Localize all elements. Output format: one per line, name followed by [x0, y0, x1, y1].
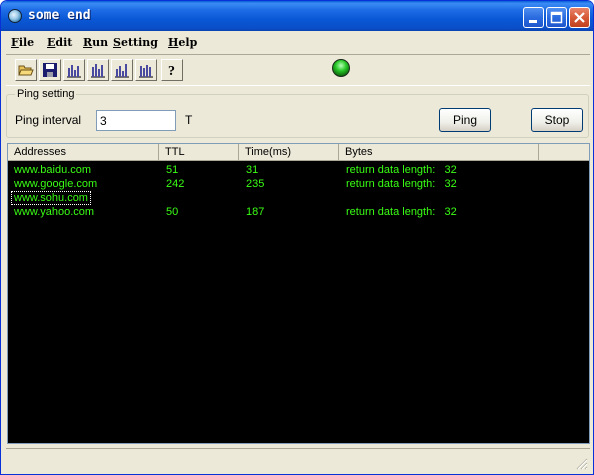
save-disk-icon [43, 63, 57, 77]
window-title: some end [28, 8, 91, 23]
chart-button-4[interactable] [135, 59, 157, 81]
address-cell: www.yahoo.com [14, 206, 95, 218]
open-folder-icon [18, 65, 34, 76]
list-item[interactable]: www.baidu.com 51 31 return data length: … [8, 164, 589, 178]
group-title: Ping setting [15, 88, 77, 100]
column-header-addresses[interactable]: Addresses [8, 144, 159, 161]
ping-setting-group: Ping setting Ping interval T Ping Stop [6, 88, 589, 138]
ttl-cell: 50 [166, 206, 179, 218]
column-chart-icon [67, 65, 81, 78]
list-item[interactable]: www.sohu.com [8, 191, 589, 206]
address-cell: www.baidu.com [14, 164, 92, 176]
minimize-button[interactable] [523, 7, 544, 28]
resize-grip-icon[interactable] [576, 458, 588, 470]
list-header: Addresses TTL Time(ms) Bytes [8, 144, 589, 161]
save-button[interactable] [39, 59, 61, 81]
column-header-ttl[interactable]: TTL [159, 144, 239, 161]
ping-interval-label: Ping interval [15, 113, 82, 127]
time-cell: 187 [246, 206, 265, 218]
column-chart-icon [115, 64, 129, 78]
list-item[interactable]: www.google.com 242 235 return data lengt… [8, 178, 589, 192]
status-bar [6, 448, 590, 472]
close-icon [574, 12, 585, 23]
address-cell: www.sohu.com [11, 191, 91, 205]
menu-bar: File Edit Run Setting Help [5, 33, 589, 52]
column-header-bytes[interactable]: Bytes [339, 144, 539, 161]
results-list[interactable]: Addresses TTL Time(ms) Bytes www.baidu.c… [7, 143, 590, 444]
ping-button[interactable]: Ping [439, 108, 491, 132]
title-bar[interactable]: some end [1, 1, 593, 31]
bytes-cell: return data length: 32 [346, 206, 457, 218]
minimize-icon [529, 20, 537, 23]
column-header-filler [539, 144, 589, 161]
list-item[interactable]: www.yahoo.com 50 187 return data length:… [8, 206, 589, 220]
open-button[interactable] [15, 59, 37, 81]
menu-edit[interactable]: Edit [47, 36, 72, 49]
maximize-icon [550, 11, 563, 24]
chart-button-3[interactable] [111, 59, 133, 81]
chart-button-2[interactable] [87, 59, 109, 81]
ttl-cell: 242 [166, 178, 185, 190]
menu-setting[interactable]: Setting [113, 36, 158, 49]
ttl-cell: 51 [166, 164, 179, 176]
menu-file[interactable]: File [11, 36, 34, 49]
help-button[interactable]: ? [161, 59, 183, 81]
svg-text:?: ? [168, 64, 175, 78]
help-icon: ? [168, 64, 175, 78]
time-cell: 235 [246, 178, 265, 190]
stop-button[interactable]: Stop [531, 108, 583, 132]
toolbar: ? [6, 54, 590, 86]
column-chart-icon [139, 65, 153, 78]
chart-button-1[interactable] [63, 59, 85, 81]
ping-interval-input[interactable] [96, 110, 176, 131]
app-globe-icon [8, 9, 22, 23]
bytes-cell: return data length: 32 [346, 164, 457, 176]
green-status-led [332, 59, 350, 77]
main-window: some end File Edit Run Setting Help ? Pi… [0, 0, 594, 475]
column-chart-icon [91, 64, 105, 78]
bytes-cell: return data length: 32 [346, 178, 457, 190]
close-button[interactable] [569, 7, 590, 28]
interval-unit-label: T [185, 113, 193, 127]
maximize-button[interactable] [546, 7, 567, 28]
column-header-time[interactable]: Time(ms) [239, 144, 339, 161]
menu-run[interactable]: Run [83, 36, 108, 49]
time-cell: 31 [246, 164, 259, 176]
menu-help[interactable]: Help [168, 36, 197, 49]
address-cell: www.google.com [14, 178, 98, 190]
